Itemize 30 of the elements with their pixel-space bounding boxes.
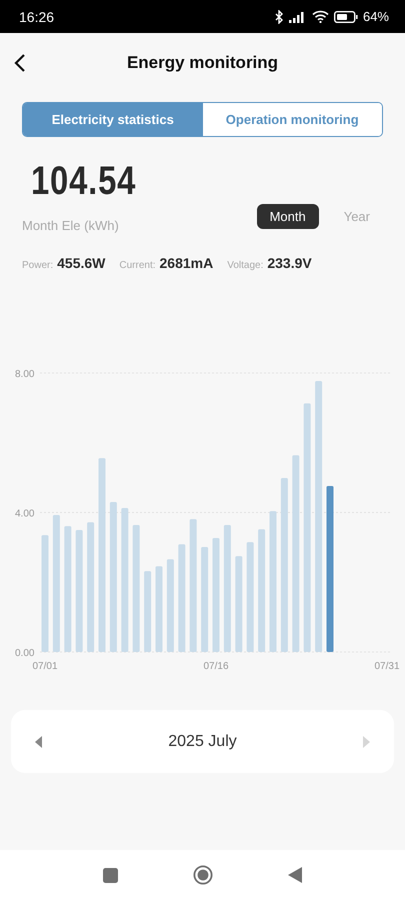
- tab[interactable]: Operation monitoring: [202, 103, 382, 136]
- x-axis-label: 07/01: [32, 661, 58, 672]
- energy-caption: Month Ele (kWh): [22, 218, 120, 233]
- reading-value: 455.6W: [57, 255, 106, 271]
- bluetooth-icon: [274, 10, 284, 24]
- back-icon[interactable]: [288, 867, 302, 883]
- reading-label: Voltage:: [227, 260, 264, 271]
- y-axis-label: 4.00: [15, 508, 34, 520]
- tab[interactable]: Electricity statistics: [23, 103, 202, 136]
- y-axis-label: 8.00: [15, 369, 34, 380]
- energy-total: 104.54: [31, 159, 136, 204]
- previous-button[interactable]: [35, 736, 42, 748]
- y-axis-label: 0.00: [15, 648, 34, 659]
- period-option[interactable]: Year: [330, 204, 383, 229]
- battery-percent: 64%: [362, 9, 389, 24]
- x-axis-label: 07/31: [374, 661, 400, 672]
- status-time: 16:26: [19, 8, 54, 24]
- recents-icon[interactable]: [103, 868, 118, 882]
- wifi-icon: [312, 10, 329, 23]
- reading-value: 233.9V: [267, 255, 312, 271]
- page-title: Energy monitoring: [126, 53, 278, 73]
- period-option[interactable]: Month: [256, 204, 319, 229]
- x-axis-label: 07/16: [203, 661, 229, 672]
- month-label: 2025 July: [168, 732, 237, 750]
- reading-label: Current:: [119, 260, 156, 271]
- home-icon[interactable]: [193, 865, 213, 885]
- reading-value: 2681mA: [160, 255, 214, 271]
- back-button[interactable]: [14, 53, 26, 73]
- battery-icon: [334, 10, 358, 22]
- reading-label: Power:: [22, 260, 54, 271]
